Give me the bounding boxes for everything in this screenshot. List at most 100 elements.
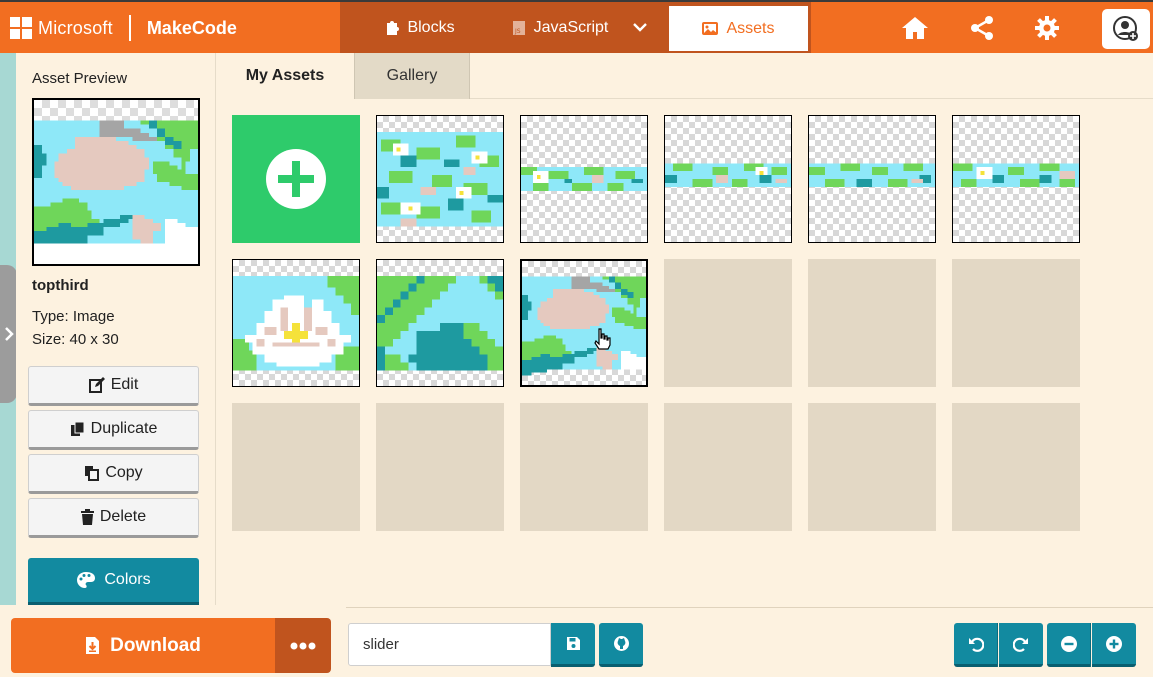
logo-divider: [128, 15, 131, 41]
download-button[interactable]: Download: [11, 618, 275, 673]
asset-tile-lily-strip-3[interactable]: [808, 115, 936, 243]
palette-icon: [77, 572, 96, 588]
asset-tile-topthird-selected[interactable]: [520, 259, 648, 387]
empty-asset-slot: [232, 403, 360, 531]
empty-asset-slot: [952, 259, 1080, 387]
product-text: MakeCode: [146, 17, 237, 38]
water-lily-flower-art: [233, 275, 359, 371]
tab-my-assets[interactable]: My Assets: [216, 53, 354, 99]
image-icon: [702, 22, 719, 35]
duplicate-icon: [70, 421, 85, 436]
microsoft-makecode-logo[interactable]: Microsoft MakeCode: [10, 15, 237, 41]
lily-pads-art: [377, 131, 503, 227]
tab-assets[interactable]: Assets: [669, 6, 808, 51]
lily-strip-art: [521, 167, 647, 191]
brand-text: Microsoft: [38, 17, 113, 38]
user-account-button[interactable]: [1102, 9, 1150, 49]
edit-icon: [88, 377, 105, 393]
empty-asset-slot: [808, 403, 936, 531]
colors-button[interactable]: Colors: [28, 558, 199, 605]
duplicate-asset-button[interactable]: Duplicate: [28, 410, 199, 450]
lily-pad-closeup-art: [377, 275, 503, 371]
plus-circle-icon: [1106, 635, 1122, 652]
chevron-right-icon: [4, 327, 14, 341]
minus-circle-icon: [1060, 635, 1077, 652]
save-button[interactable]: [551, 623, 595, 667]
zoom-in-button[interactable]: [1092, 623, 1136, 667]
home-button[interactable]: [898, 12, 932, 44]
tab-gallery[interactable]: Gallery: [354, 53, 470, 99]
empty-asset-slot: [952, 403, 1080, 531]
asset-sidebar: Asset Preview topthird Type: Image Size:…: [16, 53, 216, 605]
asset-name: topthird: [32, 277, 89, 294]
download-button-label: Download: [110, 634, 201, 656]
lily-strip-art: [665, 163, 791, 187]
asset-preview-label: Asset Preview: [32, 70, 128, 87]
empty-asset-slot: [664, 403, 792, 531]
delete-asset-button[interactable]: Delete: [28, 498, 199, 538]
microsoft-logo-icon: [10, 17, 32, 39]
gear-icon: [1035, 16, 1059, 40]
share-button[interactable]: [965, 12, 999, 44]
tab-javascript[interactable]: JS JavaScript: [500, 2, 620, 53]
colors-button-label: Colors: [104, 571, 151, 588]
empty-asset-slot: [664, 259, 792, 387]
duplicate-button-label: Duplicate: [90, 420, 158, 437]
editor-mode-tabs: Blocks JS JavaScript Assets: [340, 2, 811, 53]
language-dropdown[interactable]: [620, 2, 668, 53]
github-icon: [613, 636, 629, 651]
asset-preview-image: [32, 98, 200, 266]
ellipsis-icon: [290, 642, 316, 649]
undo-button[interactable]: [954, 623, 998, 667]
add-asset-button[interactable]: [232, 115, 360, 243]
asset-tabs: My Assets Gallery: [216, 53, 1153, 99]
user-avatar-icon: [1113, 16, 1138, 41]
delete-button-label: Delete: [99, 508, 147, 525]
empty-asset-slot: [520, 403, 648, 531]
redo-button[interactable]: [999, 623, 1043, 667]
puzzle-icon: [387, 20, 400, 35]
bottom-toolbar: Download: [0, 605, 1153, 677]
topthird-art: [522, 276, 646, 376]
github-button[interactable]: [599, 623, 643, 667]
asset-size-text: Size: 40 x 30: [32, 331, 119, 348]
asset-tile-lily-strip-2[interactable]: [664, 115, 792, 243]
hand-pointer-cursor-icon: [594, 328, 611, 350]
undo-icon: [968, 637, 984, 652]
tab-assets-label: Assets: [726, 19, 775, 37]
asset-tile-lily-pads[interactable]: [376, 115, 504, 243]
asset-tile-lily-strip-4[interactable]: [952, 115, 1080, 243]
edit-asset-button[interactable]: Edit: [28, 366, 199, 406]
asset-tile-lily-strip-1[interactable]: [520, 115, 648, 243]
copy-icon: [85, 466, 100, 481]
plus-circle-icon: [266, 149, 326, 209]
lily-strip-art: [809, 163, 935, 187]
download-file-icon: [86, 637, 100, 654]
settings-button[interactable]: [1030, 12, 1064, 44]
empty-asset-slot: [376, 403, 504, 531]
asset-tile-lily-pad-closeup[interactable]: [376, 259, 504, 387]
trash-icon: [80, 509, 94, 525]
expand-simulator-handle[interactable]: [0, 265, 17, 403]
copy-asset-button[interactable]: Copy: [28, 454, 199, 494]
zoom-out-button[interactable]: [1047, 623, 1091, 667]
tab-blocks[interactable]: Blocks: [340, 2, 500, 53]
topthird-preview-art: [34, 120, 198, 264]
edit-button-label: Edit: [110, 376, 139, 393]
more-options-button[interactable]: [275, 618, 331, 673]
chevron-down-icon: [633, 23, 647, 32]
toolbar-divider: [346, 607, 1153, 608]
top-bar: Microsoft MakeCode Blocks JS JavaScript …: [0, 0, 1153, 53]
asset-tile-water-lily[interactable]: [232, 259, 360, 387]
empty-asset-slot: [808, 259, 936, 387]
tab-blocks-label: Blocks: [407, 18, 455, 36]
project-name-input[interactable]: [348, 623, 551, 666]
js-file-icon: JS: [512, 20, 525, 35]
copy-button-label: Copy: [105, 464, 143, 481]
lily-strip-art: [953, 163, 1079, 187]
save-icon: [566, 637, 580, 650]
asset-type-text: Type: Image: [32, 308, 115, 325]
home-icon: [902, 17, 928, 39]
tab-javascript-label: JavaScript: [533, 18, 609, 36]
svg-text:JS: JS: [514, 28, 521, 35]
